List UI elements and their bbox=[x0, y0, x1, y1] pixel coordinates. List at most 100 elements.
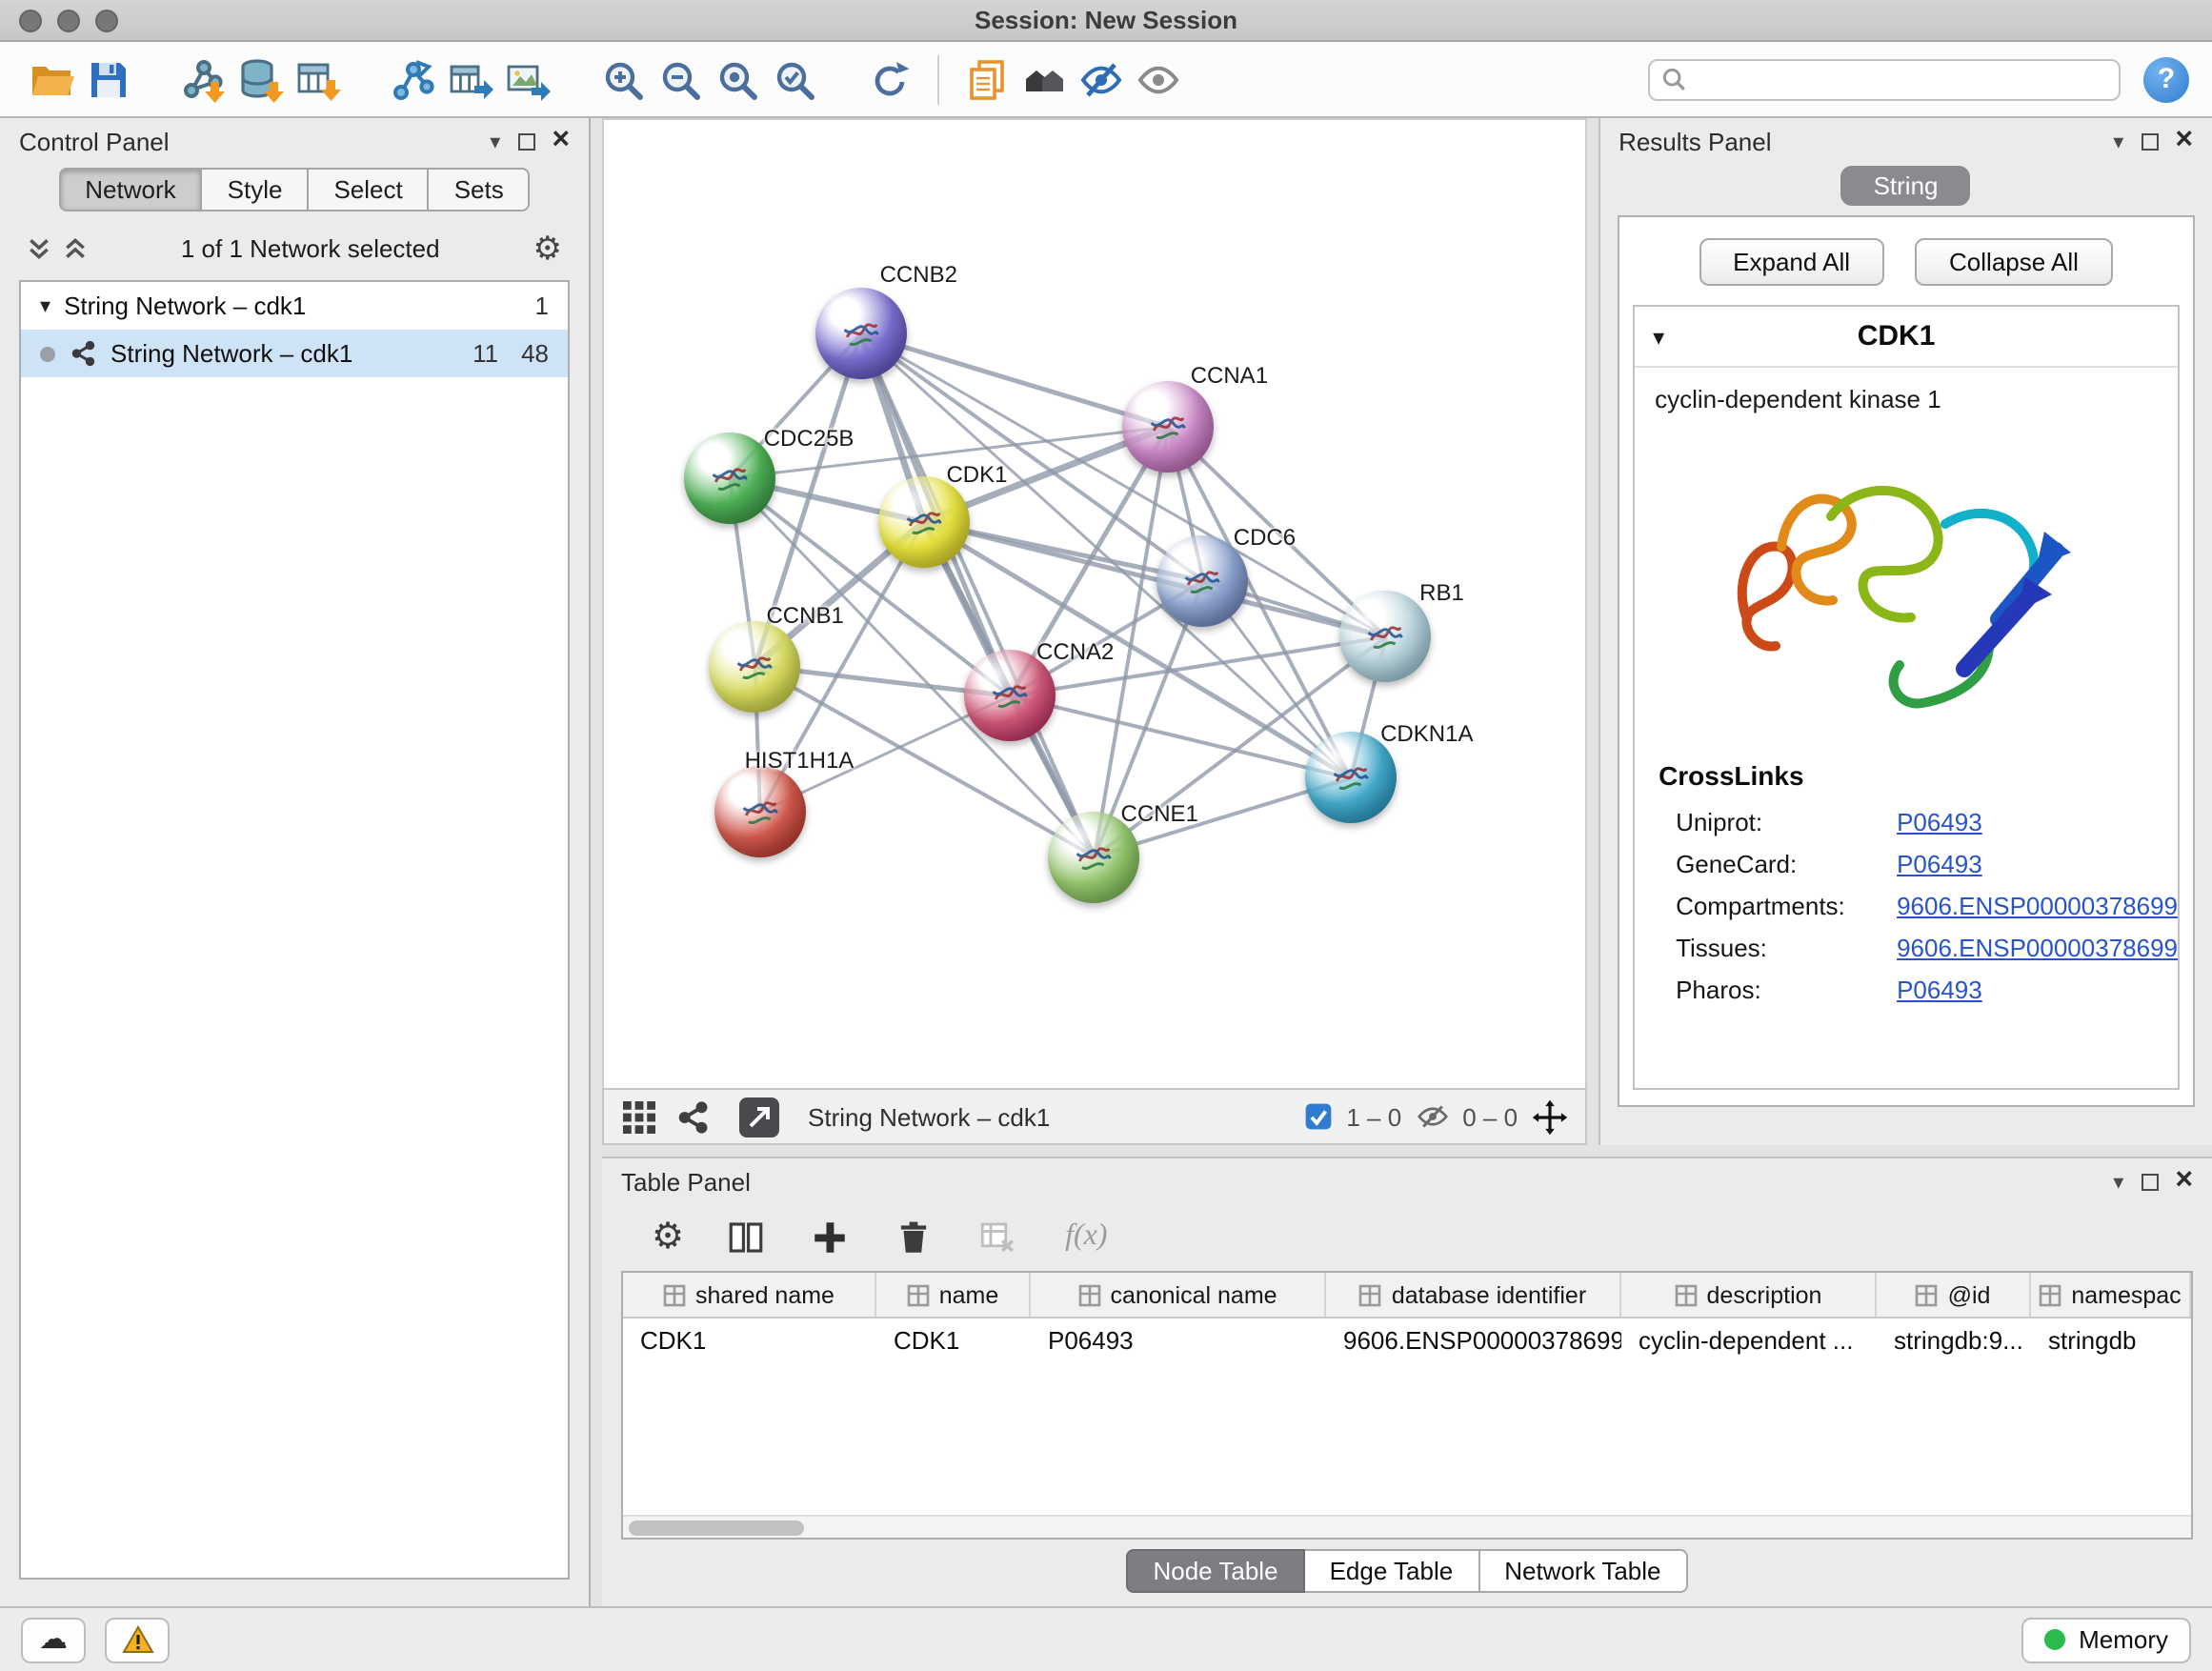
tab-edge-table[interactable]: Edge Table bbox=[1305, 1549, 1480, 1593]
memory-button[interactable]: Memory bbox=[2021, 1617, 2191, 1662]
add-column-button[interactable] bbox=[806, 1214, 852, 1259]
import-network-file-icon bbox=[181, 56, 227, 102]
export-document-button[interactable] bbox=[958, 50, 1016, 108]
gene-entry: ▾ CDK1 cyclin-dependent kinase 1 bbox=[1632, 305, 2180, 1090]
crosslink-link[interactable]: 9606.ENSP00000378699 bbox=[1897, 934, 2178, 962]
import-table-button[interactable] bbox=[290, 50, 347, 108]
network-node-ccna1[interactable] bbox=[1122, 381, 1214, 473]
gene-entry-header[interactable]: ▾ CDK1 bbox=[1634, 307, 2178, 368]
open-session-button[interactable] bbox=[23, 50, 80, 108]
delete-table-icon bbox=[976, 1217, 1016, 1257]
string-tab[interactable]: String bbox=[1841, 166, 1971, 206]
minimize-window-button[interactable] bbox=[57, 9, 80, 31]
search-box[interactable] bbox=[1648, 58, 2121, 100]
column-header-description[interactable]: description bbox=[1621, 1273, 1877, 1317]
delete-column-button[interactable] bbox=[890, 1214, 935, 1259]
float-panel-icon[interactable] bbox=[2141, 132, 2158, 150]
network-tools-button[interactable] bbox=[385, 50, 442, 108]
close-window-button[interactable] bbox=[19, 9, 42, 31]
help-button[interactable]: ? bbox=[2143, 56, 2189, 102]
column-header-namespace[interactable]: namespac bbox=[2031, 1273, 2191, 1317]
crosslink-link[interactable]: 9606.ENSP00000378699 bbox=[1897, 892, 2178, 920]
detach-view-button[interactable] bbox=[739, 1097, 779, 1137]
network-node-hist1h1a[interactable] bbox=[714, 766, 806, 857]
close-panel-icon[interactable]: × bbox=[2175, 126, 2193, 156]
export-image-button[interactable] bbox=[499, 50, 556, 108]
cloud-status-button[interactable]: ☁ bbox=[21, 1617, 86, 1662]
delete-table-button[interactable] bbox=[974, 1214, 1019, 1259]
network-canvas[interactable]: CCNB2CCNA1CDC25BCDK1CDC6RB1CCNB1CCNA2CDK… bbox=[602, 118, 1586, 1088]
search-icon bbox=[1661, 67, 1686, 91]
grid-view-icon[interactable] bbox=[621, 1098, 657, 1135]
network-node-rb1[interactable] bbox=[1339, 592, 1431, 683]
collapse-all-icon[interactable] bbox=[27, 236, 51, 261]
save-session-button[interactable] bbox=[80, 50, 137, 108]
pan-crosshair-icon[interactable] bbox=[1531, 1098, 1567, 1135]
crosslink-link[interactable]: P06493 bbox=[1897, 808, 1982, 836]
column-header-id[interactable]: @id bbox=[1877, 1273, 2031, 1317]
tab-sets[interactable]: Sets bbox=[430, 168, 531, 211]
refresh-icon bbox=[867, 56, 913, 102]
network-node-label-cdc25b: CDC25B bbox=[764, 425, 855, 452]
float-panel-icon[interactable] bbox=[2141, 1173, 2158, 1190]
tab-style[interactable]: Style bbox=[203, 168, 310, 211]
collapse-all-button[interactable]: Collapse All bbox=[1915, 238, 2113, 286]
column-header-name[interactable]: name bbox=[876, 1273, 1031, 1317]
zoom-fit-button[interactable] bbox=[709, 50, 766, 108]
close-panel-icon[interactable]: × bbox=[2175, 1166, 2193, 1197]
hidden-eye-slash-icon[interactable] bbox=[1415, 1099, 1449, 1134]
show-graphics-details-button[interactable] bbox=[1130, 50, 1187, 108]
column-header-canonical-name[interactable]: canonical name bbox=[1031, 1273, 1326, 1317]
cell-database-identifier: 9606.ENSP00000378699 bbox=[1326, 1319, 1621, 1362]
tab-node-table[interactable]: Node Table bbox=[1126, 1549, 1304, 1593]
network-node-ccnb1[interactable] bbox=[709, 620, 800, 712]
network-options-gear-icon[interactable]: ⚙ bbox=[533, 232, 563, 265]
tab-select[interactable]: Select bbox=[309, 168, 429, 211]
zoom-in-button[interactable] bbox=[594, 50, 652, 108]
table-settings-gear-icon[interactable]: ⚙ bbox=[652, 1218, 684, 1255]
home-button[interactable] bbox=[1016, 50, 1073, 108]
zoom-selected-button[interactable] bbox=[766, 50, 823, 108]
search-input[interactable] bbox=[1694, 66, 2107, 92]
cell-shared-name: CDK1 bbox=[623, 1319, 876, 1362]
network-row[interactable]: String Network – cdk1 11 48 bbox=[21, 330, 568, 377]
copy-document-icon bbox=[964, 56, 1010, 102]
crosslink-link[interactable]: P06493 bbox=[1897, 850, 1982, 878]
panel-menu-icon[interactable]: ▾ bbox=[2113, 1169, 2123, 1194]
panel-menu-icon[interactable]: ▾ bbox=[490, 129, 500, 153]
tab-network-table[interactable]: Network Table bbox=[1479, 1549, 1687, 1593]
panel-menu-icon[interactable]: ▾ bbox=[2113, 129, 2123, 153]
column-header-database-identifier[interactable]: database identifier bbox=[1326, 1273, 1621, 1317]
collection-caret-icon[interactable]: ▾ bbox=[40, 293, 50, 318]
expand-all-icon[interactable] bbox=[63, 236, 88, 261]
function-builder-button[interactable]: f(x) bbox=[1057, 1219, 1107, 1254]
maximize-window-button[interactable] bbox=[95, 9, 118, 31]
refresh-layout-button[interactable] bbox=[861, 50, 918, 108]
network-node-ccnb2[interactable] bbox=[815, 289, 907, 380]
float-panel-icon[interactable] bbox=[517, 132, 534, 150]
import-network-database-button[interactable] bbox=[232, 50, 290, 108]
network-node-cdk1[interactable] bbox=[877, 476, 969, 568]
scrollbar-thumb[interactable] bbox=[629, 1520, 804, 1536]
zoom-out-button[interactable] bbox=[652, 50, 709, 108]
horizontal-scrollbar[interactable] bbox=[623, 1515, 2191, 1538]
network-overview-icon[interactable] bbox=[674, 1098, 711, 1135]
collapse-entry-icon[interactable]: ▾ bbox=[1653, 323, 1664, 350]
protein-structure-image bbox=[1710, 433, 2102, 734]
zoom-out-icon bbox=[657, 56, 703, 102]
network-node-cdc25b[interactable] bbox=[684, 433, 775, 524]
close-panel-icon[interactable]: × bbox=[552, 126, 570, 156]
table-row[interactable]: CDK1 CDK1 P06493 9606.ENSP00000378699 cy… bbox=[623, 1319, 2191, 1362]
tab-network[interactable]: Network bbox=[58, 168, 202, 211]
network-collection-row[interactable]: ▾ String Network – cdk1 1 bbox=[21, 282, 568, 330]
selected-checkbox-icon[interactable] bbox=[1302, 1101, 1333, 1132]
import-network-file-button[interactable] bbox=[175, 50, 232, 108]
show-columns-button[interactable] bbox=[722, 1214, 768, 1259]
hide-selected-button[interactable] bbox=[1073, 50, 1130, 108]
column-header-shared-name[interactable]: shared name bbox=[623, 1273, 876, 1317]
memory-status-dot-icon bbox=[2044, 1629, 2065, 1650]
crosslink-link[interactable]: P06493 bbox=[1897, 976, 1982, 1004]
export-table-button[interactable] bbox=[442, 50, 499, 108]
expand-all-button[interactable]: Expand All bbox=[1699, 238, 1884, 286]
warnings-button[interactable] bbox=[105, 1617, 170, 1662]
